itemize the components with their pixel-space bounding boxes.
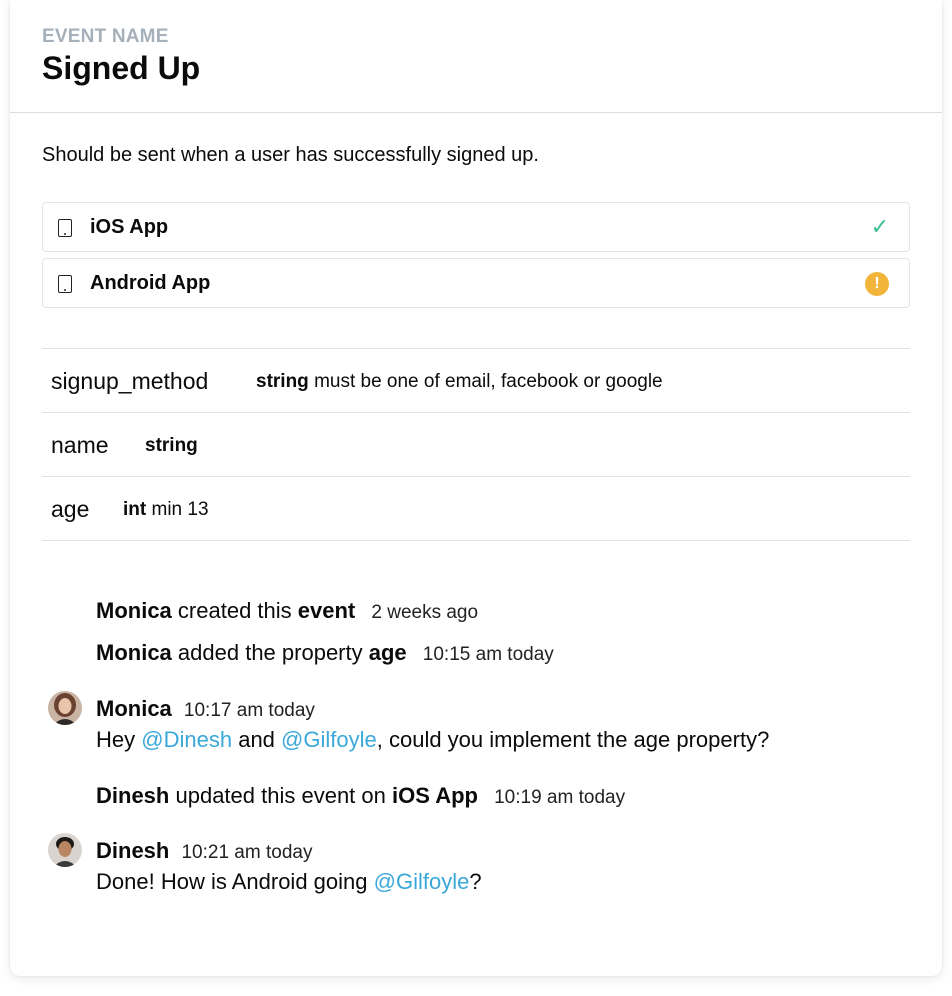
avatar-monica[interactable] (48, 691, 82, 725)
comment-text: Done! How is Android going (96, 869, 368, 894)
comment-author: Dinesh (96, 838, 170, 863)
event-description: Should be sent when a user has successfu… (42, 144, 539, 166)
warning-icon: ! (865, 272, 889, 296)
mention-gilfoyle[interactable]: @Gilfoyle (281, 727, 377, 752)
property-type: string (256, 371, 309, 392)
activity-time: 2 weeks ago (371, 602, 479, 623)
comment-header: Monica 10:17 am today (96, 696, 315, 722)
device-icon (58, 219, 72, 237)
source-row-ios[interactable]: iOS App ✓ (42, 202, 910, 252)
property-description: string must be one of email, facebook or… (256, 371, 663, 393)
mention-gilfoyle[interactable]: @Gilfoyle (374, 869, 470, 894)
activity-item: Monica added the property age 10:15 am t… (96, 640, 554, 666)
event-name-label: EVENT NAME (42, 26, 169, 47)
property-name: name (51, 432, 109, 458)
activity-item: Monica created this event 2 weeks ago (96, 598, 478, 624)
event-header: EVENT NAME Signed Up (10, 0, 942, 113)
activity-user: Monica (96, 640, 172, 665)
mention-dinesh[interactable]: @Dinesh (141, 727, 232, 752)
property-list: signup_method string must be one of emai… (42, 348, 910, 541)
comment-time: 10:17 am today (183, 700, 315, 721)
activity-time: 10:15 am today (422, 644, 554, 665)
property-rule: must be one of email, facebook or google (314, 371, 663, 392)
property-type: string (145, 435, 198, 456)
activity-user: Dinesh (96, 783, 170, 808)
activity-text: created this (177, 598, 292, 623)
device-icon (58, 275, 72, 293)
event-title: Signed Up (42, 50, 201, 86)
event-card: EVENT NAME Signed Up Should be sent when… (10, 0, 942, 976)
property-description: int min 13 (123, 499, 209, 521)
property-name: signup_method (51, 368, 209, 394)
property-name: age (51, 496, 90, 522)
comment-author: Monica (96, 696, 172, 721)
property-row[interactable]: age int min 13 (42, 477, 910, 541)
comment-text: and (238, 727, 275, 752)
check-icon: ✓ (870, 214, 889, 239)
comment-text: ? (469, 869, 482, 894)
comment-text: Hey (96, 727, 136, 752)
source-row-android[interactable]: Android App ! (42, 258, 910, 308)
property-type: int (123, 499, 147, 520)
activity-object: event (297, 598, 356, 623)
property-rule: min 13 (151, 499, 209, 520)
source-name: Android App (90, 272, 211, 294)
comment-header: Dinesh 10:21 am today (96, 838, 312, 864)
activity-item: Dinesh updated this event on iOS App 10:… (96, 783, 625, 809)
comment-time: 10:21 am today (181, 842, 313, 863)
avatar-dinesh[interactable] (48, 833, 82, 867)
comment-body: Hey @Dinesh and @Gilfoyle, could you imp… (96, 727, 769, 753)
activity-time: 10:19 am today (494, 787, 626, 808)
activity-user: Monica (96, 598, 172, 623)
activity-text: added the property (177, 640, 363, 665)
comment-text: , could you implement the age property? (376, 727, 770, 752)
source-name: iOS App (90, 216, 169, 238)
activity-text: updated this event on (175, 783, 386, 808)
property-row[interactable]: signup_method string must be one of emai… (42, 349, 910, 413)
activity-object: age (368, 640, 407, 665)
property-row[interactable]: name string (42, 413, 910, 477)
comment-body: Done! How is Android going @Gilfoyle? (96, 869, 482, 895)
property-description: string (145, 435, 198, 457)
activity-object: iOS App (392, 783, 478, 808)
